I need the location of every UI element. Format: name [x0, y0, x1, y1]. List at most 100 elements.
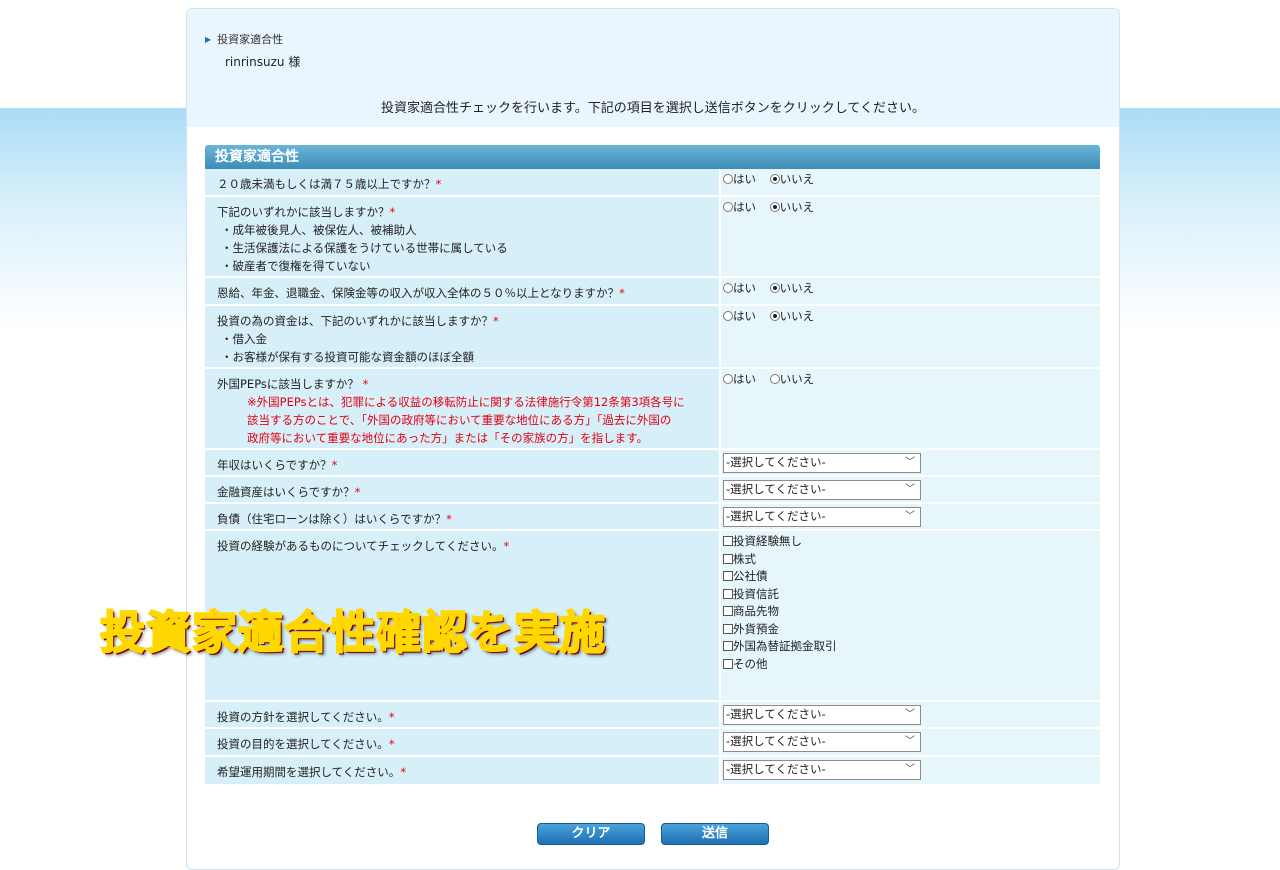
answer-cell: はい いいえ: [719, 169, 1100, 197]
select-value: -選択してください-: [726, 455, 826, 469]
required-mark: *: [435, 177, 442, 191]
radio-label: いいえ: [779, 172, 815, 186]
question-row-policy: 投資の方針を選択してください。* -選択してください- ﹀: [205, 702, 1100, 729]
question-label: ２０歳未満もしくは満７５歳以上ですか？: [217, 177, 436, 191]
condition-item: ・破産者で復権を得ていない: [221, 259, 371, 273]
question-label: 年収はいくらですか？: [217, 458, 332, 472]
answer-cell: -選択してください- ﹀: [719, 504, 1100, 531]
radio-option-yes[interactable]: はい: [723, 172, 756, 186]
question-cell: 下記のいずれかに該当しますか？* ・成年被後見人、被保佐人、被補助人 ・生活保護…: [205, 197, 719, 278]
required-mark: *: [446, 512, 452, 526]
peps-note-line: ※外国PEPsとは、犯罪による収益の移転防止に関する法律施行令第12条第3項各号…: [247, 395, 685, 409]
radio-option-no[interactable]: いいえ: [769, 172, 815, 186]
checkbox[interactable]: [723, 571, 733, 581]
select-value: -選択してください-: [726, 509, 826, 523]
checkbox-label: 投資信託: [733, 586, 779, 601]
checkbox-option[interactable]: 外貨預金: [723, 621, 1098, 639]
checkbox[interactable]: [723, 623, 733, 634]
select-value: -選択してください-: [726, 734, 826, 748]
radio-button[interactable]: [723, 202, 733, 212]
radio-button[interactable]: [769, 374, 780, 384]
chevron-down-icon: ﹀: [905, 511, 915, 522]
clear-button[interactable]: クリア: [537, 823, 645, 845]
answer-cell: はい いいえ: [719, 278, 1100, 306]
radio-option-yes[interactable]: はい: [723, 309, 756, 323]
policy-select[interactable]: -選択してください- ﹀: [723, 705, 921, 725]
checkbox-option[interactable]: 外国為替証拠金取引: [723, 638, 1098, 656]
checkbox-option[interactable]: 公社債: [723, 568, 1098, 586]
chevron-down-icon: ﹀: [905, 764, 915, 775]
chevron-down-icon: ﹀: [905, 457, 915, 468]
question-label: 恩給、年金、退職金、保険金等の収入が収入全体の５０％以上となりますか？: [217, 286, 620, 300]
question-row-status: 下記のいずれかに該当しますか？* ・成年被後見人、被保佐人、被補助人 ・生活保護…: [205, 197, 1100, 278]
submit-button[interactable]: 送信: [661, 823, 769, 845]
radio-option-yes[interactable]: はい: [723, 372, 756, 386]
question-cell: 年収はいくらですか？*: [205, 450, 719, 477]
radio-button[interactable]: [723, 374, 733, 384]
checkbox-option[interactable]: 投資信託: [723, 586, 1098, 604]
question-cell: 投資の目的を選択してください。*: [205, 729, 719, 757]
question-label: 金融資産はいくらですか？: [217, 485, 355, 499]
required-mark: *: [619, 286, 625, 300]
radio-button[interactable]: [723, 283, 733, 293]
question-row-assets: 金融資産はいくらですか？* -選択してください- ﹀: [205, 477, 1100, 504]
peps-note-line: 該当する方のことで、「外国の政府等において重要な地位にある方」「過去に外国の: [247, 413, 672, 427]
assets-select[interactable]: -選択してください- ﹀: [723, 480, 921, 500]
checkbox-option[interactable]: 投資経験無し: [723, 533, 1098, 551]
radio-button-selected[interactable]: [769, 311, 780, 321]
radio-option-yes[interactable]: はい: [723, 281, 756, 295]
question-label: 負債（住宅ローンは除く）はいくらですか？: [217, 512, 447, 526]
checkbox[interactable]: [723, 536, 733, 546]
checkbox[interactable]: [723, 606, 733, 616]
condition-item: ・生活保護法による保護をうけている世帯に属している: [221, 241, 508, 255]
question-cell: 負債（住宅ローンは除く）はいくらですか？*: [205, 504, 719, 531]
radio-label: はい: [733, 309, 756, 323]
radio-label: いいえ: [779, 372, 815, 386]
income-select[interactable]: -選択してください- ﹀: [723, 453, 921, 473]
radio-option-no[interactable]: いいえ: [769, 309, 814, 323]
overlay-caption: 投資家適合性確認を実施: [99, 605, 607, 660]
radio-option-no[interactable]: いいえ: [769, 372, 815, 386]
radio-option-yes[interactable]: はい: [723, 200, 756, 214]
question-cell: ２０歳未満もしくは満７５歳以上ですか？*: [205, 169, 719, 197]
radio-button[interactable]: [723, 311, 733, 321]
checkbox-option[interactable]: その他: [723, 656, 1098, 674]
checkbox[interactable]: [723, 588, 733, 599]
page-header: ▶ 投資家適合性 rinrinsuzu 様 投資家適合性チェックを行います。下記の…: [187, 9, 1119, 127]
radio-button-selected[interactable]: [769, 174, 780, 184]
peps-note-line: 政府等において重要な地位にあった方」または「その家族の方」を指します。: [247, 431, 649, 445]
period-select[interactable]: -選択してください- ﹀: [723, 760, 921, 780]
answer-cell: はい いいえ: [719, 306, 1100, 369]
answer-cell: -選択してください- ﹀: [719, 477, 1100, 504]
question-label: 投資の方針を選択してください。: [217, 710, 389, 724]
required-mark: *: [388, 737, 395, 751]
question-label: 希望運用期間を選択してください。: [217, 765, 401, 779]
checkbox[interactable]: [723, 553, 733, 564]
radio-label: はい: [733, 372, 756, 386]
question-cell: 外国PEPsに該当しますか？ * ※外国PEPsとは、犯罪による収益の移転防止に…: [205, 369, 719, 450]
question-cell: 希望運用期間を選択してください。*: [205, 757, 719, 786]
checkbox-option[interactable]: 株式: [723, 551, 1098, 569]
question-label: 下記のいずれかに該当しますか？: [217, 205, 390, 219]
radio-button-selected[interactable]: [769, 283, 780, 293]
debt-select[interactable]: -選択してください- ﹀: [723, 507, 921, 527]
radio-label: はい: [733, 281, 756, 295]
checkbox-label: 商品先物: [733, 604, 779, 618]
question-cell: 恩給、年金、退職金、保険金等の収入が収入全体の５０％以上となりますか？*: [205, 278, 719, 306]
purpose-select[interactable]: -選択してください- ﹀: [723, 732, 921, 752]
radio-label: いいえ: [779, 281, 815, 295]
question-row-debt: 負債（住宅ローンは除く）はいくらですか？* -選択してください- ﹀: [205, 504, 1100, 531]
radio-option-no[interactable]: いいえ: [769, 281, 815, 295]
checkbox-label: その他: [733, 656, 768, 671]
radio-button-selected[interactable]: [769, 202, 780, 212]
radio-option-no[interactable]: いいえ: [769, 200, 814, 214]
checkbox[interactable]: [723, 641, 733, 651]
condition-item: ・借入金: [221, 332, 267, 346]
checkbox-option[interactable]: 商品先物: [723, 603, 1098, 621]
required-mark: *: [400, 765, 407, 779]
checkbox[interactable]: [723, 658, 733, 669]
chevron-down-icon: ﹀: [905, 484, 915, 495]
required-mark: *: [388, 710, 395, 724]
radio-button[interactable]: [723, 174, 733, 184]
required-mark: *: [362, 377, 369, 391]
